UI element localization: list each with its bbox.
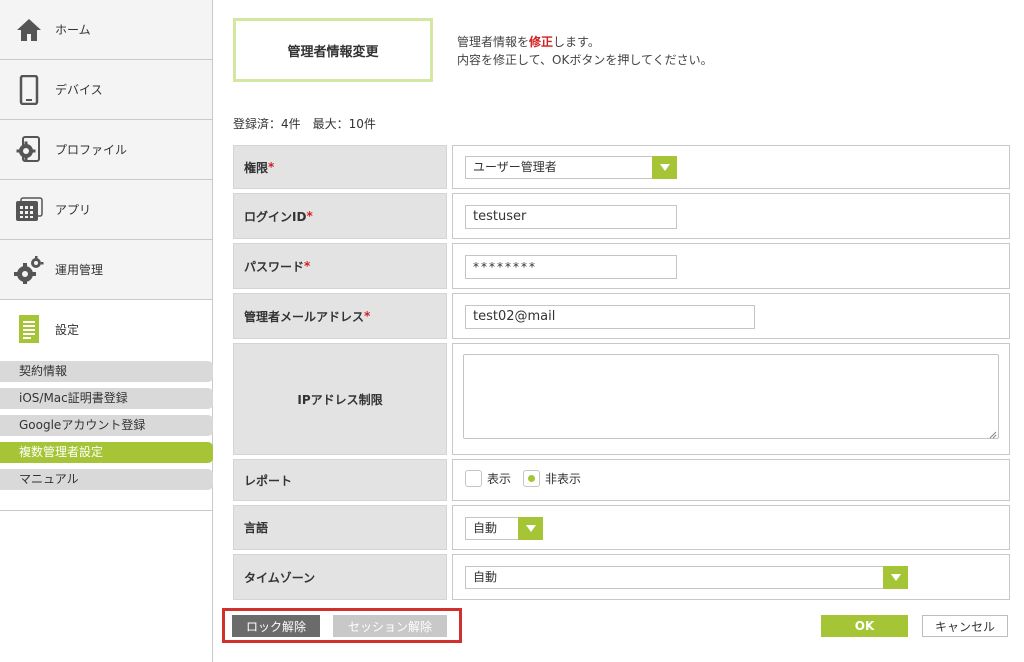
sidebar: ホーム デバイス プロファイル アプリ 運用管理 設定 契約情報 iOS/Mac… [0, 0, 213, 662]
email-cell: test02@mail [452, 293, 1010, 339]
ok-button[interactable]: OK [821, 615, 908, 637]
unlock-button[interactable]: ロック解除 [232, 615, 320, 637]
language-label: 言語 [233, 505, 447, 550]
label-text: 管理者メールアドレス [244, 309, 365, 324]
language-select-value: 自動 [473, 521, 498, 535]
login-id-input[interactable]: testuser [465, 205, 677, 229]
ip-restriction-cell [452, 343, 1010, 455]
sidebar-item-label: 運用管理 [55, 263, 104, 277]
session-release-button[interactable]: セッション解除 [333, 615, 447, 637]
required-mark: * [304, 259, 311, 273]
app-grid-icon [14, 195, 44, 225]
gears-icon [14, 255, 44, 285]
form-row-report: レポート 表示 非表示 [233, 459, 1010, 501]
language-cell: 自動 [452, 505, 1010, 550]
max-count: 最大：10件 [312, 117, 376, 131]
profile-gear-icon [14, 135, 44, 165]
sidebar-item-label: ホーム [55, 23, 91, 37]
label-text: パスワード [244, 259, 305, 274]
report-cell: 表示 非表示 [452, 459, 1010, 501]
report-show-label[interactable]: 表示 [487, 470, 511, 487]
form-row-authority: 権限 * ユーザー管理者 [233, 145, 1010, 189]
label-text: ログインID [244, 209, 307, 224]
instructions-text: します。 [553, 35, 600, 49]
instructions-emphasis: 修正 [529, 35, 554, 49]
cancel-button[interactable]: キャンセル [922, 615, 1008, 637]
password-cell: ******** [452, 243, 1010, 289]
sidebar-item-label: アプリ [55, 203, 92, 217]
instructions-line2: 内容を修正して、OKボタンを押してください。 [457, 53, 713, 67]
smartphone-icon [14, 74, 44, 105]
chevron-down-icon[interactable] [883, 566, 908, 589]
required-mark: * [268, 160, 275, 174]
registered-count: 登録済：4件 [233, 117, 301, 131]
sidebar-item-app[interactable]: アプリ [0, 180, 212, 240]
instructions: 管理者情報を修正します。 内容を修正して、OKボタンを押してください。 [457, 33, 713, 69]
password-input[interactable]: ******** [465, 255, 677, 279]
email-label: 管理者メールアドレス * [233, 293, 447, 339]
authority-cell: ユーザー管理者 [452, 145, 1010, 189]
timezone-select[interactable]: 自動 [465, 566, 908, 589]
radio-selected-dot [528, 475, 536, 482]
chevron-down-icon[interactable] [652, 156, 677, 179]
sidebar-item-operations[interactable]: 運用管理 [0, 240, 212, 300]
page-title: 管理者情報変更 [233, 18, 433, 82]
registration-count: 登録済：4件 最大：10件 [233, 115, 376, 132]
form-row-login-id: ログインID * testuser [233, 193, 1010, 239]
timezone-label: タイムゾーン [233, 554, 447, 600]
form-row-password: パスワード * ******** [233, 243, 1010, 289]
sidebar-sub-ios-cert[interactable]: iOS/Mac証明書登録 [0, 388, 213, 409]
chevron-down-icon[interactable] [518, 517, 543, 540]
form-row-timezone: タイムゾーン 自動 [233, 554, 1010, 600]
instructions-text: 管理者情報を [457, 35, 530, 49]
authority-label: 権限 * [233, 145, 447, 189]
login-id-cell: testuser [452, 193, 1010, 239]
ip-restriction-textarea[interactable] [463, 354, 999, 439]
report-show-radio[interactable] [465, 470, 482, 487]
login-id-label: ログインID * [233, 193, 447, 239]
timezone-select-value: 自動 [473, 570, 498, 584]
sidebar-sub-multi-admin[interactable]: 複数管理者設定 [0, 442, 213, 463]
home-icon [14, 15, 44, 45]
sidebar-item-settings[interactable]: 設定 [0, 300, 212, 358]
resize-handle-icon[interactable] [989, 431, 997, 439]
sidebar-sub-google-account[interactable]: Googleアカウント登録 [0, 415, 213, 436]
label-text: 権限 [244, 160, 269, 175]
password-label: パスワード * [233, 243, 447, 289]
email-input[interactable]: test02@mail [465, 305, 755, 329]
form-row-ip-restriction: IPアドレス制限 [233, 343, 1010, 455]
language-select[interactable]: 自動 [465, 517, 543, 540]
report-label: レポート [233, 459, 447, 501]
report-hide-radio[interactable] [523, 470, 541, 487]
form-row-language: 言語 自動 [233, 505, 1010, 550]
sidebar-sub-manual[interactable]: マニュアル [0, 469, 213, 490]
report-radio-group: 表示 非表示 [465, 470, 593, 487]
sidebar-item-home[interactable]: ホーム [0, 0, 212, 60]
sidebar-empty-area [0, 510, 212, 662]
ip-restriction-label: IPアドレス制限 [233, 343, 447, 455]
instructions-line1: 管理者情報を修正します。 [457, 33, 713, 51]
sidebar-item-profile[interactable]: プロファイル [0, 120, 212, 180]
authority-select[interactable]: ユーザー管理者 [465, 156, 677, 179]
required-mark: * [364, 309, 371, 323]
sidebar-item-label: プロファイル [55, 143, 128, 157]
sidebar-item-label: 設定 [55, 322, 80, 337]
timezone-cell: 自動 [452, 554, 1010, 600]
sidebar-sub-contract[interactable]: 契約情報 [0, 361, 213, 382]
sidebar-item-device[interactable]: デバイス [0, 60, 212, 120]
authority-select-value: ユーザー管理者 [473, 160, 557, 174]
form-row-email: 管理者メールアドレス * test02@mail [233, 293, 1010, 339]
report-hide-label[interactable]: 非表示 [545, 470, 581, 487]
document-icon [14, 314, 44, 344]
required-mark: * [306, 209, 313, 223]
sidebar-item-label: デバイス [55, 83, 103, 97]
